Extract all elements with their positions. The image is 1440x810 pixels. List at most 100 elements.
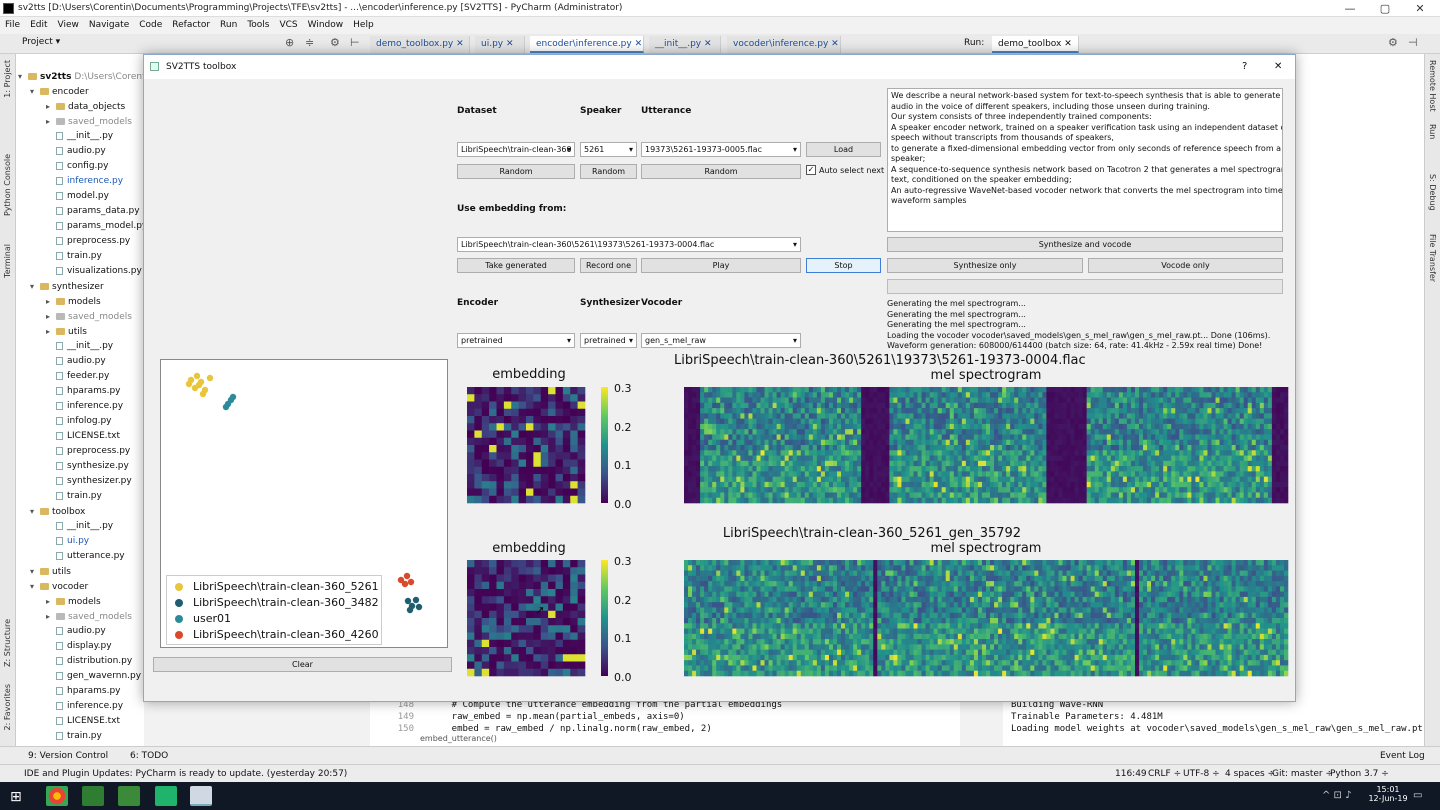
menu-window[interactable]: Window xyxy=(303,17,349,34)
menu-file[interactable]: File xyxy=(0,17,25,34)
tray-icons[interactable]: ^ ⊡ ♪ xyxy=(1322,790,1352,801)
status-message[interactable]: IDE and Plugin Updates: PyCharm is ready… xyxy=(24,765,347,783)
tree-item[interactable]: __init__.py xyxy=(46,339,113,354)
chevron-icon[interactable]: ▾ xyxy=(30,84,40,99)
tree-item[interactable]: __init__.py xyxy=(46,129,113,144)
editor-tab[interactable]: __init__.py ✕ xyxy=(649,36,721,53)
chevron-icon[interactable]: ▸ xyxy=(46,114,56,129)
todo-tab[interactable]: 6: TODO xyxy=(130,747,168,765)
gear-icon[interactable]: ⚙ xyxy=(330,36,340,49)
tree-item[interactable]: preprocess.py xyxy=(46,444,130,459)
tree-item[interactable]: preprocess.py xyxy=(46,234,130,249)
file-transfer-tool-tab[interactable]: File Transfer xyxy=(1428,234,1437,282)
caret-position[interactable]: 116:49 xyxy=(1115,765,1147,783)
tree-item[interactable]: LICENSE.txt xyxy=(46,429,120,444)
chevron-icon[interactable]: ▾ xyxy=(30,579,40,594)
notifications-icon[interactable]: ▭ xyxy=(1413,790,1422,801)
run-config-tab[interactable]: demo_toolbox ✕ xyxy=(992,36,1079,53)
menu-tools[interactable]: Tools xyxy=(242,17,274,34)
tree-item[interactable]: infolog.py xyxy=(46,414,112,429)
tree-item[interactable]: synthesize.py xyxy=(46,459,129,474)
menu-run[interactable]: Run xyxy=(215,17,242,34)
chevron-icon[interactable]: ▸ xyxy=(46,99,56,114)
favorites-tool-tab[interactable]: 2: Favorites xyxy=(3,684,12,730)
tree-item[interactable]: params_model.py xyxy=(46,219,144,234)
tree-item[interactable]: ▾ vocoder xyxy=(30,579,88,594)
tree-item[interactable]: ▾sv2tts D:\Users\Corentin\... xyxy=(18,69,144,84)
tree-item[interactable]: audio.py xyxy=(46,624,106,639)
tree-item[interactable]: audio.py xyxy=(46,354,106,369)
tree-item[interactable]: ▸ saved_models xyxy=(46,609,132,624)
minimize-button[interactable]: — xyxy=(1335,0,1365,17)
remote-host-tool-tab[interactable]: Remote Host xyxy=(1428,60,1437,112)
maximize-button[interactable]: ▢ xyxy=(1370,0,1400,17)
chevron-icon[interactable]: ▾ xyxy=(30,504,40,519)
pycharm-icon[interactable] xyxy=(155,786,177,806)
tree-item[interactable]: gen_wavernn.py xyxy=(46,669,141,684)
tree-item[interactable]: ▾ encoder xyxy=(30,84,89,99)
tree-item[interactable]: ▸ saved_models xyxy=(46,309,132,324)
menu-code[interactable]: Code xyxy=(134,17,167,34)
code-editor[interactable]: 148 # Compute the utterance embedding fr… xyxy=(370,700,960,746)
chevron-icon[interactable]: ▾ xyxy=(18,69,28,84)
chevron-icon[interactable]: ▾ xyxy=(30,564,40,579)
chevron-icon[interactable]: ▸ xyxy=(46,309,56,324)
collapse-icon[interactable]: ≑ xyxy=(305,36,314,49)
tree-item[interactable]: LICENSE.txt xyxy=(46,714,120,729)
tree-item[interactable]: ▸ models xyxy=(46,294,101,309)
run-tool-tab[interactable]: Run xyxy=(1428,124,1437,139)
tree-item[interactable]: ▸ saved_models xyxy=(46,114,132,129)
taskbar-clock[interactable]: 15:01 12-Jun-19 xyxy=(1368,785,1408,803)
tree-item[interactable]: ▾ toolbox xyxy=(30,504,85,519)
tree-item[interactable]: ▾ synthesizer xyxy=(30,279,104,294)
tree-item[interactable]: __init__.py xyxy=(46,519,113,534)
windows-start-icon[interactable]: ⊞ xyxy=(10,789,22,805)
tree-item[interactable]: visualizations.py xyxy=(46,264,142,279)
file-encoding[interactable]: UTF-8 ÷ xyxy=(1183,765,1220,783)
tree-item[interactable]: train.py xyxy=(46,249,102,264)
spreadsheet-icon[interactable] xyxy=(82,786,104,806)
tree-item[interactable]: inference.py xyxy=(46,699,123,714)
tree-item[interactable]: utterance.py xyxy=(46,549,125,564)
tree-item[interactable]: train.py xyxy=(46,729,102,744)
tree-item[interactable]: ▸ models xyxy=(46,594,101,609)
python-interpreter[interactable]: Python 3.7 ÷ xyxy=(1330,765,1389,783)
git-branch[interactable]: Git: master ÷ xyxy=(1272,765,1333,783)
tree-item[interactable]: synthesizer.py xyxy=(46,474,132,489)
toolbox-window-icon[interactable] xyxy=(190,786,212,806)
menu-edit[interactable]: Edit xyxy=(25,17,52,34)
tree-item[interactable]: inference.py xyxy=(46,174,123,189)
editor-tab[interactable]: encoder\inference.py ✕ xyxy=(530,36,644,53)
line-separator[interactable]: CRLF ÷ xyxy=(1148,765,1181,783)
tree-item[interactable]: display.py xyxy=(46,639,112,654)
editor-tab[interactable]: vocoder\inference.py ✕ xyxy=(727,36,841,53)
chevron-icon[interactable]: ▸ xyxy=(46,609,56,624)
tree-item[interactable]: train.py xyxy=(46,489,102,504)
tree-item[interactable]: ui.py xyxy=(46,534,89,549)
menu-navigate[interactable]: Navigate xyxy=(84,17,134,34)
tree-item[interactable]: feeder.py xyxy=(46,369,109,384)
menu-vcs[interactable]: VCS xyxy=(274,17,302,34)
run-settings-gear-icon[interactable]: ⚙ xyxy=(1388,36,1398,49)
chrome-icon[interactable] xyxy=(46,786,68,806)
chevron-icon[interactable]: ▾ xyxy=(30,279,40,294)
target-icon[interactable]: ⊕ xyxy=(285,36,294,49)
debug-tool-tab[interactable]: S: Debug xyxy=(1428,174,1437,211)
tree-item[interactable]: hparams.py xyxy=(46,684,121,699)
close-window-button[interactable]: ✕ xyxy=(1405,0,1435,17)
structure-tool-tab[interactable]: Z: Structure xyxy=(3,619,12,667)
chevron-icon[interactable]: ▸ xyxy=(46,294,56,309)
run-hide-icon[interactable]: ⊣ xyxy=(1408,36,1418,49)
editor-tab[interactable]: ui.py ✕ xyxy=(475,36,525,53)
tree-item[interactable]: config.py xyxy=(46,159,108,174)
tree-item[interactable]: params_data.py xyxy=(46,204,140,219)
terminal-tool-tab[interactable]: Terminal xyxy=(3,244,12,278)
editor-tab[interactable]: demo_toolbox.py ✕ xyxy=(370,36,470,53)
clover-icon[interactable] xyxy=(118,786,140,806)
event-log-tab[interactable]: Event Log xyxy=(1380,747,1425,765)
menu-help[interactable]: Help xyxy=(348,17,379,34)
indent-setting[interactable]: 4 spaces ÷ xyxy=(1225,765,1275,783)
tree-item[interactable]: inference.py xyxy=(46,399,123,414)
tree-item[interactable]: model.py xyxy=(46,189,109,204)
tree-item[interactable]: ▸ utils xyxy=(46,324,87,339)
